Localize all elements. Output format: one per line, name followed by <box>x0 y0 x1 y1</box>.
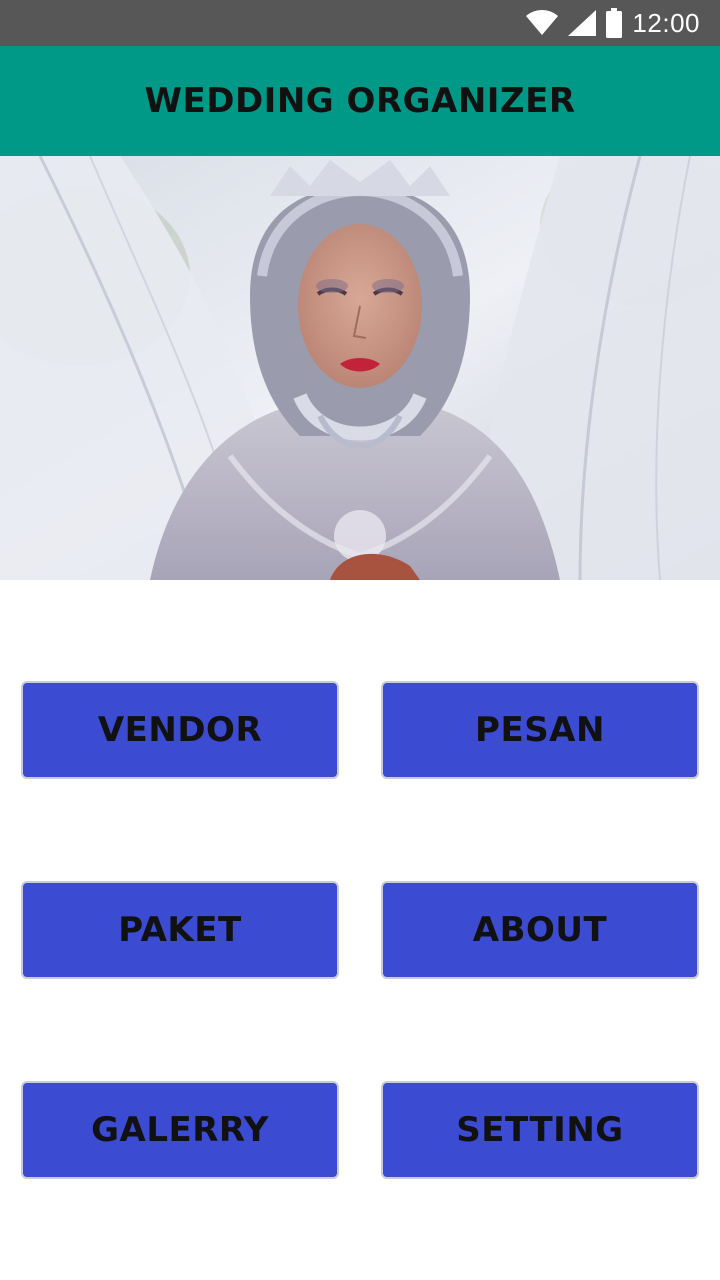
hero-bride-photo <box>0 156 720 580</box>
galerry-button[interactable]: GALERRY <box>21 1081 339 1179</box>
app-bar: WEDDING ORGANIZER <box>0 46 720 156</box>
paket-button[interactable]: PAKET <box>21 881 339 979</box>
cell-signal-icon <box>568 10 597 36</box>
battery-icon <box>606 8 623 38</box>
pesan-button[interactable]: PESAN <box>381 681 699 779</box>
vendor-button[interactable]: VENDOR <box>21 681 339 779</box>
status-icons: 12:00 <box>526 0 700 46</box>
status-time: 12:00 <box>632 7 700 38</box>
setting-button[interactable]: SETTING <box>381 1081 699 1179</box>
about-button[interactable]: ABOUT <box>381 881 699 979</box>
page-title: WEDDING ORGANIZER <box>144 81 576 121</box>
wifi-icon <box>526 10 559 35</box>
status-bar: 12:00 <box>0 0 720 46</box>
